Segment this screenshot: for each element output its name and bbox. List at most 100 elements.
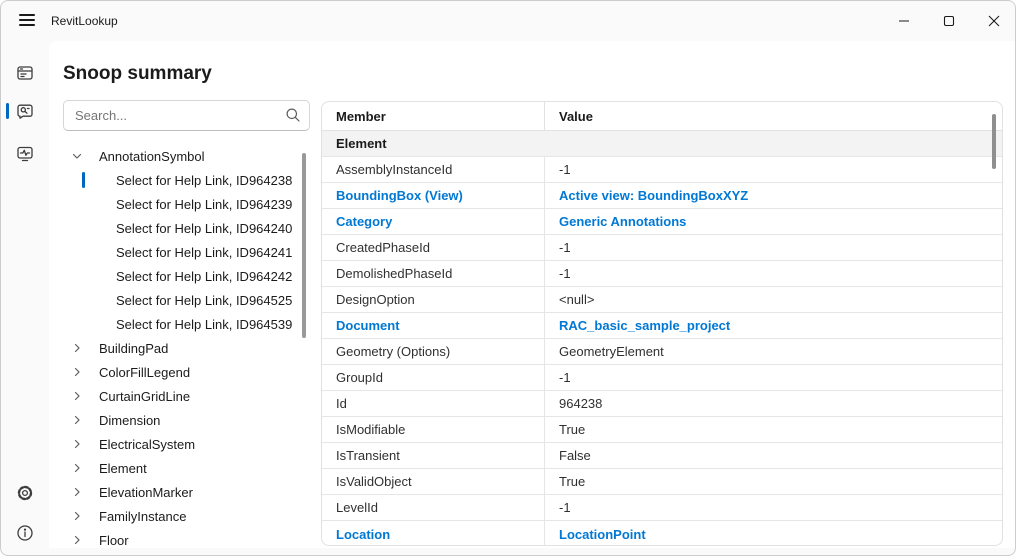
search-icon bbox=[285, 107, 301, 123]
table-row[interactable]: IsValidObjectTrue bbox=[322, 469, 1002, 495]
table-header: Member Value bbox=[322, 102, 1002, 131]
member-cell: DesignOption bbox=[322, 287, 545, 312]
tree-scrollbar[interactable] bbox=[302, 153, 306, 338]
value-cell[interactable]: LocationPoint bbox=[545, 521, 1002, 546]
table-row[interactable]: DemolishedPhaseId-1 bbox=[322, 261, 1002, 287]
sidebar-item-snoop[interactable] bbox=[9, 95, 41, 127]
chevron-right-icon[interactable] bbox=[71, 534, 83, 546]
chevron-right-icon[interactable] bbox=[71, 414, 83, 426]
chevron-right-icon[interactable] bbox=[71, 510, 83, 522]
member-cell[interactable]: Category bbox=[322, 209, 545, 234]
sidebar-item-dashboard[interactable] bbox=[9, 57, 41, 89]
tree-item[interactable]: CurtainGridLine bbox=[49, 384, 301, 408]
tree-child-item[interactable]: Select for Help Link, ID964242 bbox=[49, 264, 301, 288]
tree-child-item[interactable]: Select for Help Link, ID964240 bbox=[49, 216, 301, 240]
chevron-right-icon[interactable] bbox=[71, 438, 83, 450]
column-header-value[interactable]: Value bbox=[545, 102, 1002, 130]
table-row[interactable]: GroupId-1 bbox=[322, 365, 1002, 391]
window-title: RevitLookup bbox=[51, 1, 118, 41]
about-button[interactable] bbox=[9, 517, 41, 549]
table-row[interactable]: BoundingBox (View)Active view: BoundingB… bbox=[322, 183, 1002, 209]
close-icon bbox=[988, 15, 1000, 27]
tree-item[interactable]: ElevationMarker bbox=[49, 480, 301, 504]
tree-child-item[interactable]: Select for Help Link, ID964539 bbox=[49, 312, 301, 336]
tree-item-label: Dimension bbox=[99, 413, 160, 428]
value-cell: True bbox=[545, 469, 1002, 494]
chevron-right-icon[interactable] bbox=[71, 462, 83, 474]
value-cell: -1 bbox=[545, 235, 1002, 260]
chevron-right-icon[interactable] bbox=[71, 366, 83, 378]
value-cell[interactable]: Active view: BoundingBoxXYZ bbox=[545, 183, 1002, 208]
close-button[interactable] bbox=[971, 2, 1016, 39]
member-cell: IsModifiable bbox=[322, 417, 545, 442]
search-input[interactable] bbox=[63, 100, 310, 131]
sidebar bbox=[1, 41, 49, 556]
tree-item[interactable]: BuildingPad bbox=[49, 336, 301, 360]
member-cell: DemolishedPhaseId bbox=[322, 261, 545, 286]
chevron-right-icon[interactable] bbox=[71, 390, 83, 402]
table-row[interactable]: LocationLocationPoint bbox=[322, 521, 1002, 546]
member-cell[interactable]: BoundingBox (View) bbox=[322, 183, 545, 208]
tree-child-item[interactable]: Select for Help Link, ID964239 bbox=[49, 192, 301, 216]
hamburger-icon bbox=[19, 14, 35, 16]
table-row[interactable]: LevelId-1 bbox=[322, 495, 1002, 521]
value-cell: -1 bbox=[545, 365, 1002, 390]
selection-indicator bbox=[82, 172, 85, 188]
tree-item-label: Select for Help Link, ID964239 bbox=[116, 197, 292, 212]
tree-item-label: ElectricalSystem bbox=[99, 437, 195, 452]
hamburger-menu-button[interactable] bbox=[9, 6, 45, 34]
column-header-member[interactable]: Member bbox=[322, 102, 545, 130]
sidebar-item-event-monitor[interactable] bbox=[9, 137, 41, 169]
table-row[interactable]: DocumentRAC_basic_sample_project bbox=[322, 313, 1002, 339]
tree-item[interactable]: Element bbox=[49, 456, 301, 480]
table-row[interactable]: IsModifiableTrue bbox=[322, 417, 1002, 443]
value-cell[interactable]: Generic Annotations bbox=[545, 209, 1002, 234]
search-box bbox=[63, 100, 310, 131]
table-row[interactable]: AssemblyInstanceId-1 bbox=[322, 157, 1002, 183]
tree-item[interactable]: FamilyInstance bbox=[49, 504, 301, 528]
member-cell: Geometry (Options) bbox=[322, 339, 545, 364]
tree-item-label: AnnotationSymbol bbox=[99, 149, 205, 164]
member-cell: LevelId bbox=[322, 495, 545, 520]
minimize-button[interactable] bbox=[881, 2, 927, 39]
maximize-button[interactable] bbox=[926, 2, 972, 39]
table-row[interactable]: DesignOption<null> bbox=[322, 287, 1002, 313]
table-row[interactable]: Geometry (Options)GeometryElement bbox=[322, 339, 1002, 365]
tree-item[interactable]: Dimension bbox=[49, 408, 301, 432]
app-window: RevitLookup bbox=[0, 0, 1016, 556]
value-cell: GeometryElement bbox=[545, 339, 1002, 364]
group-header: Element bbox=[322, 131, 1002, 157]
table-row[interactable]: IsTransientFalse bbox=[322, 443, 1002, 469]
table-scrollbar[interactable] bbox=[992, 114, 996, 169]
tree-item-label: Select for Help Link, ID964525 bbox=[116, 293, 292, 308]
tree-child-item[interactable]: Select for Help Link, ID964241 bbox=[49, 240, 301, 264]
tree-item-label: Element bbox=[99, 461, 147, 476]
tree-item-label: Select for Help Link, ID964240 bbox=[116, 221, 292, 236]
chevron-right-icon[interactable] bbox=[71, 342, 83, 354]
tree-item-label: FamilyInstance bbox=[99, 509, 186, 524]
table-row[interactable]: CategoryGeneric Annotations bbox=[322, 209, 1002, 235]
tree-item-label: BuildingPad bbox=[99, 341, 168, 356]
table-body: AssemblyInstanceId-1BoundingBox (View)Ac… bbox=[322, 157, 1002, 546]
member-cell[interactable]: Location bbox=[322, 521, 545, 546]
member-cell: IsTransient bbox=[322, 443, 545, 468]
tree-child-item[interactable]: Select for Help Link, ID964525 bbox=[49, 288, 301, 312]
table-row[interactable]: CreatedPhaseId-1 bbox=[322, 235, 1002, 261]
table-row[interactable]: Id964238 bbox=[322, 391, 1002, 417]
chevron-right-icon[interactable] bbox=[71, 486, 83, 498]
tree-child-item[interactable]: Select for Help Link, ID964238 bbox=[49, 168, 301, 192]
tree-item[interactable]: ElectricalSystem bbox=[49, 432, 301, 456]
tree-item[interactable]: AnnotationSymbol bbox=[49, 144, 301, 168]
member-cell[interactable]: Document bbox=[322, 313, 545, 338]
tree-item[interactable]: ColorFillLegend bbox=[49, 360, 301, 384]
value-cell: -1 bbox=[545, 261, 1002, 286]
tree-item[interactable]: Floor bbox=[49, 528, 301, 548]
chevron-down-icon[interactable] bbox=[71, 150, 83, 162]
content-area: Snoop summary AnnotationSymbol Select for… bbox=[49, 41, 1016, 548]
page-title: Snoop summary bbox=[63, 63, 212, 85]
settings-button[interactable] bbox=[9, 477, 41, 509]
value-cell: True bbox=[545, 417, 1002, 442]
value-cell[interactable]: RAC_basic_sample_project bbox=[545, 313, 1002, 338]
member-table: Member Value Element AssemblyInstanceId-… bbox=[321, 101, 1003, 546]
tree-item-label: Select for Help Link, ID964539 bbox=[116, 317, 292, 332]
